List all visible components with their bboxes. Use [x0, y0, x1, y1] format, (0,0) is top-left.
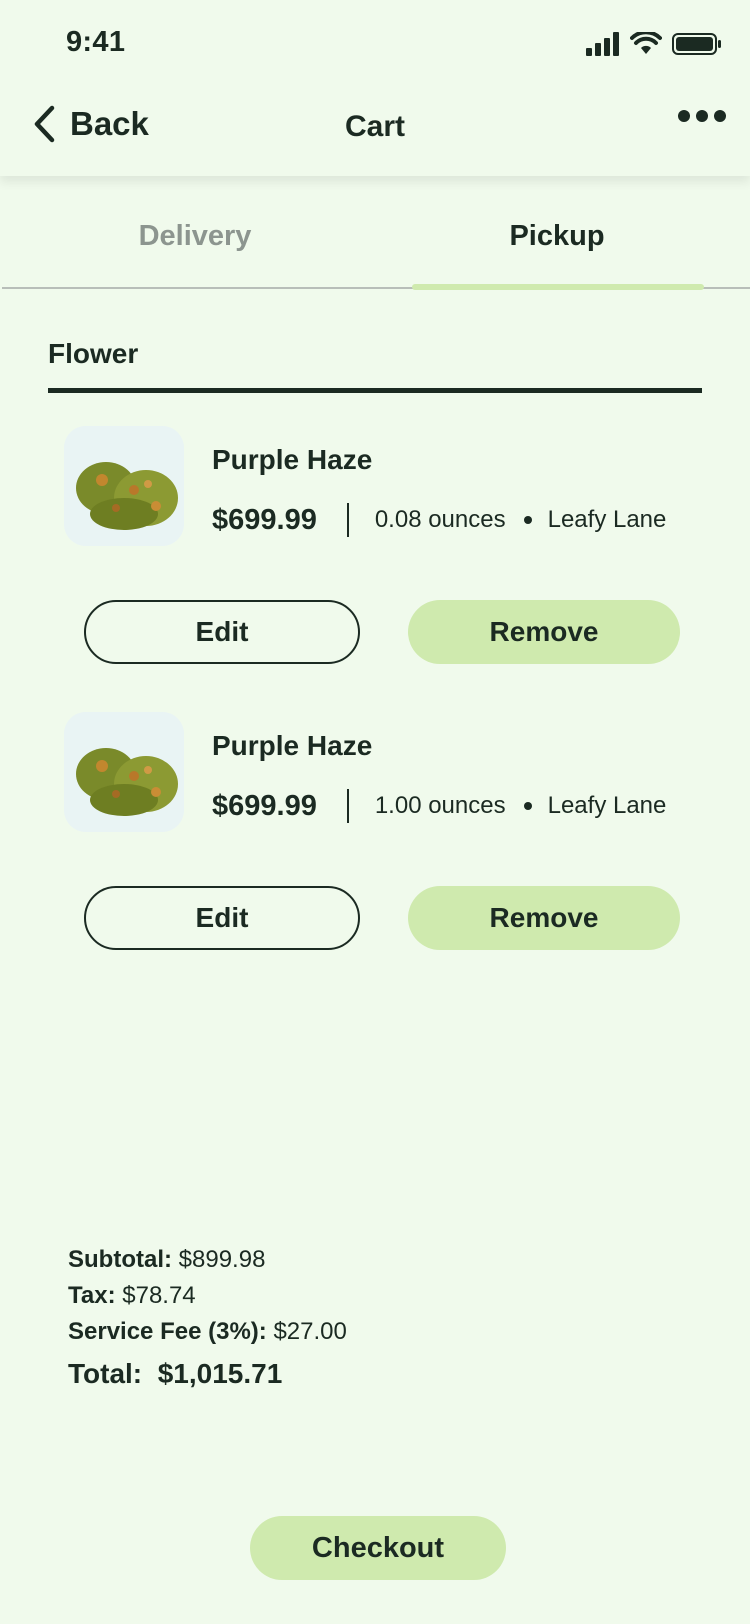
subtotal-line: Subtotal: $899.98 [68, 1242, 347, 1278]
edit-button[interactable]: Edit [84, 886, 360, 950]
total-value: $1,015.71 [157, 1358, 283, 1389]
remove-button[interactable]: Remove [408, 886, 680, 950]
service-fee-value: $27.00 [273, 1318, 347, 1345]
tax-line: Tax: $78.74 [68, 1278, 347, 1314]
tab-delivery[interactable]: Delivery [0, 220, 390, 253]
product-image [64, 426, 184, 546]
service-fee-label: Service Fee (3%): [68, 1318, 267, 1345]
status-icons [584, 32, 722, 56]
bullet-icon [523, 516, 532, 524]
fulfillment-tabs: Delivery Pickup [0, 190, 750, 290]
section-title: Flower [48, 338, 139, 369]
tax-value: $78.74 [122, 1282, 196, 1309]
status-time: 9:41 [66, 26, 126, 58]
item-store: Leafy Lane [547, 506, 667, 533]
product-image [64, 712, 184, 832]
total-line: Total: $1,015.71 [68, 1356, 347, 1392]
item-quantity: 1.00 ounces [374, 792, 506, 819]
total-label: Total: [68, 1358, 143, 1389]
item-store: Leafy Lane [547, 792, 667, 819]
section-divider [48, 388, 702, 393]
page-title: Cart [344, 110, 405, 143]
more-options-button[interactable] [678, 110, 726, 122]
order-summary: Subtotal: $899.98 Tax: $78.74 Service Fe… [68, 1242, 347, 1392]
item-name: Purple Haze [212, 730, 373, 761]
wifi-icon [630, 32, 662, 54]
subtotal-label: Subtotal: [68, 1246, 172, 1273]
checkout-button[interactable]: Checkout [250, 1516, 506, 1580]
more-dot-icon [696, 110, 708, 122]
item-details: $699.99 0.08 ounces Leafy Lane [212, 502, 666, 538]
remove-button[interactable]: Remove [408, 600, 680, 664]
item-name: Purple Haze [212, 444, 373, 475]
more-dot-icon [714, 110, 726, 122]
bullet-icon [523, 802, 532, 810]
item-quantity: 0.08 ounces [374, 506, 506, 533]
signal-icon [586, 32, 619, 56]
edit-button[interactable]: Edit [84, 600, 360, 664]
item-price: $699.99 [212, 789, 317, 822]
tax-label: Tax: [68, 1282, 116, 1309]
active-tab-indicator [412, 284, 704, 290]
separator [346, 503, 349, 537]
separator [346, 789, 349, 823]
service-fee-line: Service Fee (3%): $27.00 [68, 1314, 347, 1350]
more-dot-icon [678, 110, 690, 122]
tab-pickup[interactable]: Pickup [412, 220, 702, 253]
item-details: $699.99 1.00 ounces Leafy Lane [212, 788, 666, 824]
subtotal-value: $899.98 [178, 1246, 266, 1273]
battery-icon [672, 33, 721, 55]
item-price: $699.99 [212, 503, 317, 536]
